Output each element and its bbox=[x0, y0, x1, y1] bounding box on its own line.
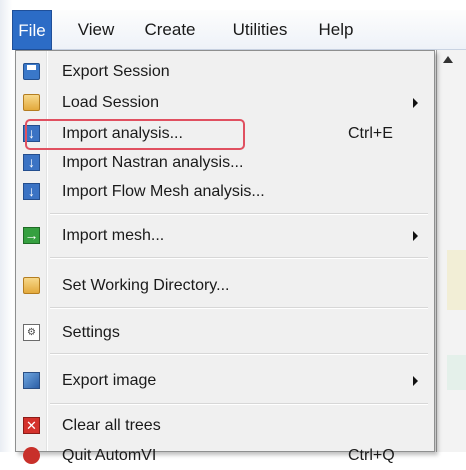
menu-item-import-nastran-analysis[interactable]: ↓ Import Nastran analysis... bbox=[18, 148, 430, 177]
scroll-up-arrow-icon[interactable] bbox=[443, 56, 453, 63]
clear-icon: ✕ bbox=[23, 417, 40, 434]
folder-icon bbox=[23, 94, 40, 111]
menu-item-label: Load Session bbox=[62, 94, 159, 111]
menu-item-clear-all-trees[interactable]: ✕ Clear all trees bbox=[18, 411, 430, 440]
menu-separator bbox=[50, 403, 428, 405]
menu-bar: File View Create Utilities Help bbox=[12, 10, 466, 50]
menu-item-label: Set Working Directory... bbox=[62, 277, 230, 294]
submenu-arrow-icon bbox=[413, 376, 418, 386]
background-row bbox=[447, 250, 466, 310]
menu-item-label: Import mesh... bbox=[62, 227, 165, 244]
settings-icon: ⚙ bbox=[23, 324, 40, 341]
menu-item-label: Settings bbox=[62, 324, 120, 341]
background-row bbox=[447, 355, 466, 390]
menu-separator bbox=[50, 257, 428, 259]
highlight-annotation-box bbox=[25, 119, 245, 150]
shortcut-label: Ctrl+E bbox=[348, 125, 393, 142]
menu-item-label: Export Session bbox=[62, 63, 170, 80]
menu-item-import-mesh[interactable]: → Import mesh... bbox=[18, 221, 430, 250]
menu-view[interactable]: View bbox=[72, 10, 120, 50]
menu-item-set-working-directory[interactable]: Set Working Directory... bbox=[18, 271, 430, 300]
folder-icon bbox=[23, 277, 40, 294]
menu-item-label: Quit AutomVI bbox=[62, 447, 157, 464]
menu-item-export-image[interactable]: Export image bbox=[18, 366, 430, 395]
menu-item-load-session[interactable]: Load Session bbox=[18, 88, 430, 117]
floppy-icon bbox=[23, 63, 40, 80]
file-menu-dropdown: Export Session Load Session ↓ Import ana… bbox=[15, 50, 435, 464]
submenu-arrow-icon bbox=[413, 98, 418, 108]
menu-item-label: Import Nastran analysis... bbox=[62, 154, 244, 171]
quit-icon bbox=[23, 447, 40, 464]
menu-separator bbox=[50, 307, 428, 309]
menu-separator bbox=[50, 353, 428, 355]
import-icon: ↓ bbox=[23, 183, 40, 200]
menu-item-import-flow-mesh-analysis[interactable]: ↓ Import Flow Mesh analysis... bbox=[18, 177, 430, 206]
import-icon: ↓ bbox=[23, 154, 40, 171]
menu-file[interactable]: File bbox=[12, 10, 52, 50]
menu-item-export-session[interactable]: Export Session bbox=[18, 57, 430, 86]
shortcut-label: Ctrl+Q bbox=[348, 447, 395, 464]
menu-item-label: Import Flow Mesh analysis... bbox=[62, 183, 265, 200]
menu-item-label: Export image bbox=[62, 372, 157, 389]
menu-item-settings[interactable]: ⚙ Settings bbox=[18, 318, 430, 347]
menu-utilities[interactable]: Utilities bbox=[220, 10, 300, 50]
background-panel bbox=[436, 50, 466, 452]
submenu-arrow-icon bbox=[413, 231, 418, 241]
menu-item-quit[interactable]: Quit AutomVI Ctrl+Q bbox=[18, 441, 430, 470]
menu-item-label: Clear all trees bbox=[62, 417, 161, 434]
menu-create[interactable]: Create bbox=[136, 10, 204, 50]
menu-separator bbox=[50, 213, 428, 215]
export-image-icon bbox=[23, 372, 40, 389]
menu-help[interactable]: Help bbox=[314, 10, 358, 50]
mesh-arrow-icon: → bbox=[23, 227, 40, 244]
window-left-edge bbox=[0, 0, 12, 452]
